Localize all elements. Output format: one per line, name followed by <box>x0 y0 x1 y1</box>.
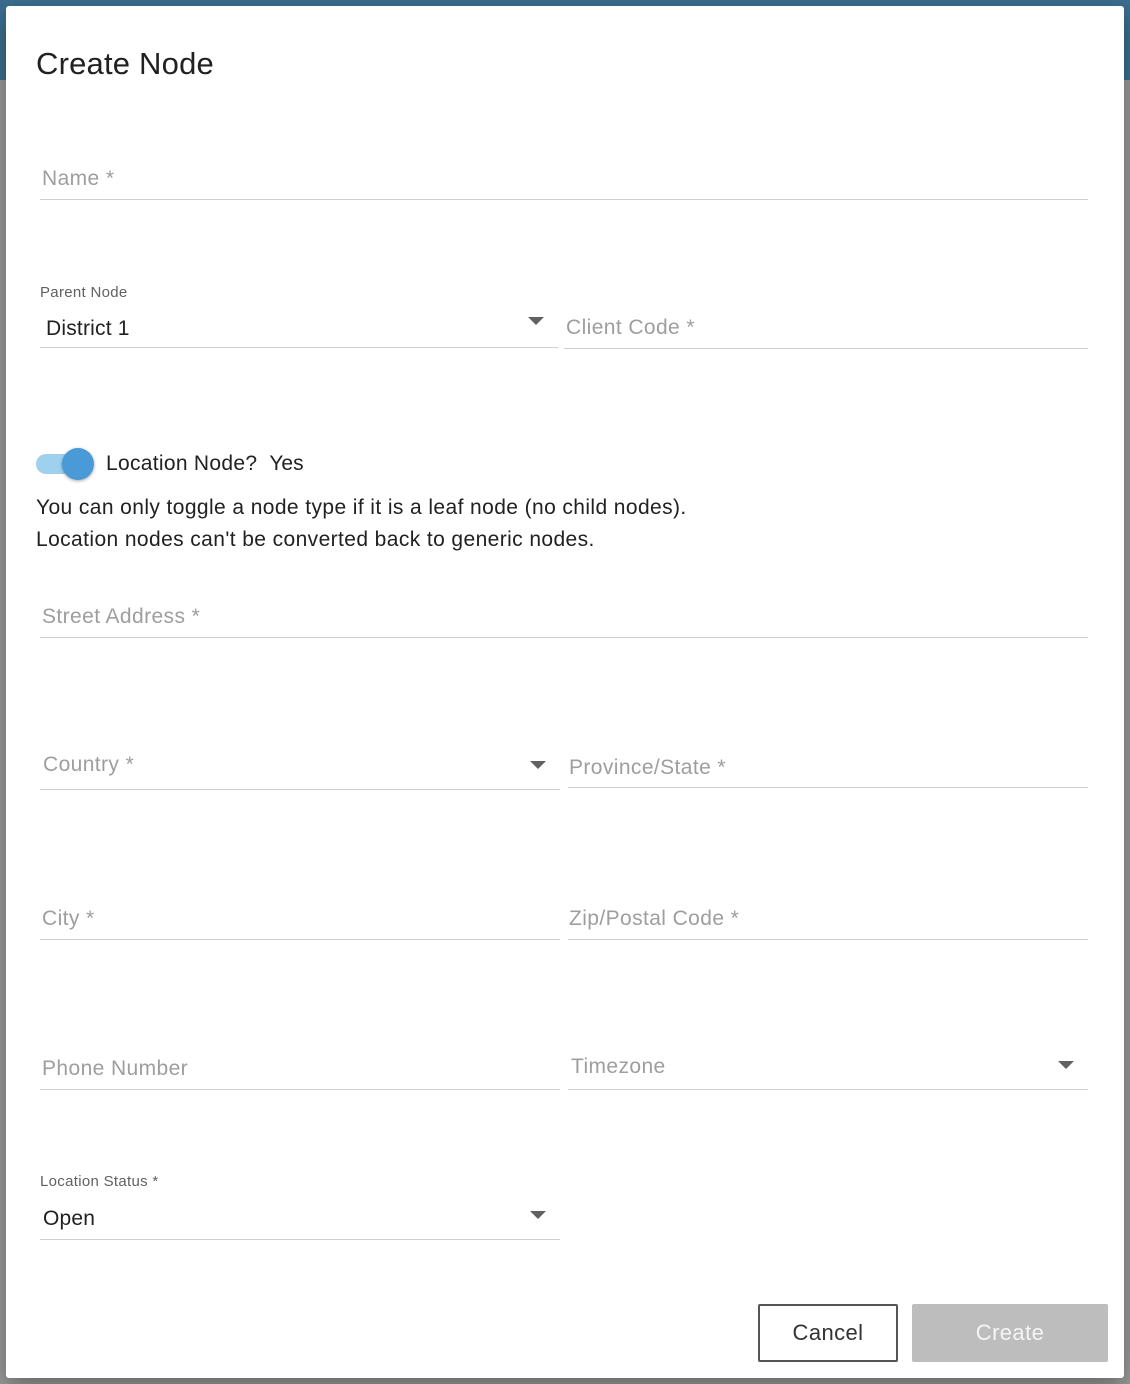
parent-node-value: District 1 <box>46 317 130 340</box>
street-address-field[interactable]: Street Address * <box>40 594 1088 638</box>
create-node-dialog: Create Node Name * Parent Node District … <box>6 6 1124 1378</box>
country-placeholder: Country * <box>43 753 135 776</box>
chevron-down-icon <box>1058 1061 1074 1069</box>
location-node-toggle[interactable] <box>36 448 94 480</box>
zip-postal-placeholder: Zip/Postal Code * <box>569 907 740 930</box>
city-placeholder: City * <box>42 907 95 930</box>
chevron-down-icon <box>530 1211 546 1219</box>
help-text-line-2: Location nodes can't be converted back t… <box>36 528 595 551</box>
timezone-placeholder: Timezone <box>571 1055 666 1078</box>
province-state-placeholder: Province/State * <box>569 756 726 779</box>
chevron-down-icon <box>530 761 546 769</box>
cancel-button[interactable]: Cancel <box>758 1304 898 1362</box>
name-field[interactable]: Name * <box>40 156 1088 200</box>
street-address-placeholder: Street Address * <box>42 605 201 628</box>
city-field[interactable]: City * <box>40 894 560 940</box>
location-node-value: Yes <box>269 452 304 475</box>
location-node-toggle-row: Location Node? Yes <box>36 448 304 480</box>
name-placeholder: Name * <box>42 167 115 190</box>
parent-node-label: Parent Node <box>40 284 128 301</box>
dialog-title: Create Node <box>36 46 214 81</box>
zip-postal-field[interactable]: Zip/Postal Code * <box>568 894 1088 940</box>
parent-node-select[interactable]: Parent Node District 1 <box>40 284 558 348</box>
country-select[interactable]: Country * <box>40 744 560 790</box>
location-status-value: Open <box>43 1207 96 1230</box>
phone-number-field[interactable]: Phone Number <box>40 1044 560 1090</box>
timezone-select[interactable]: Timezone <box>568 1044 1088 1090</box>
create-button[interactable]: Create <box>912 1304 1108 1362</box>
phone-number-placeholder: Phone Number <box>42 1057 189 1080</box>
help-text-line-1: You can only toggle a node type if it is… <box>36 496 687 519</box>
client-code-field[interactable]: Client Code * <box>564 306 1088 349</box>
toggle-thumb[interactable] <box>62 448 94 480</box>
province-state-field[interactable]: Province/State * <box>568 744 1088 788</box>
location-status-select[interactable]: Location Status * Open <box>40 1173 560 1240</box>
chevron-down-icon <box>528 317 544 325</box>
client-code-placeholder: Client Code * <box>566 316 695 339</box>
location-status-label: Location Status * <box>40 1173 159 1190</box>
location-node-label: Location Node? <box>106 452 258 475</box>
